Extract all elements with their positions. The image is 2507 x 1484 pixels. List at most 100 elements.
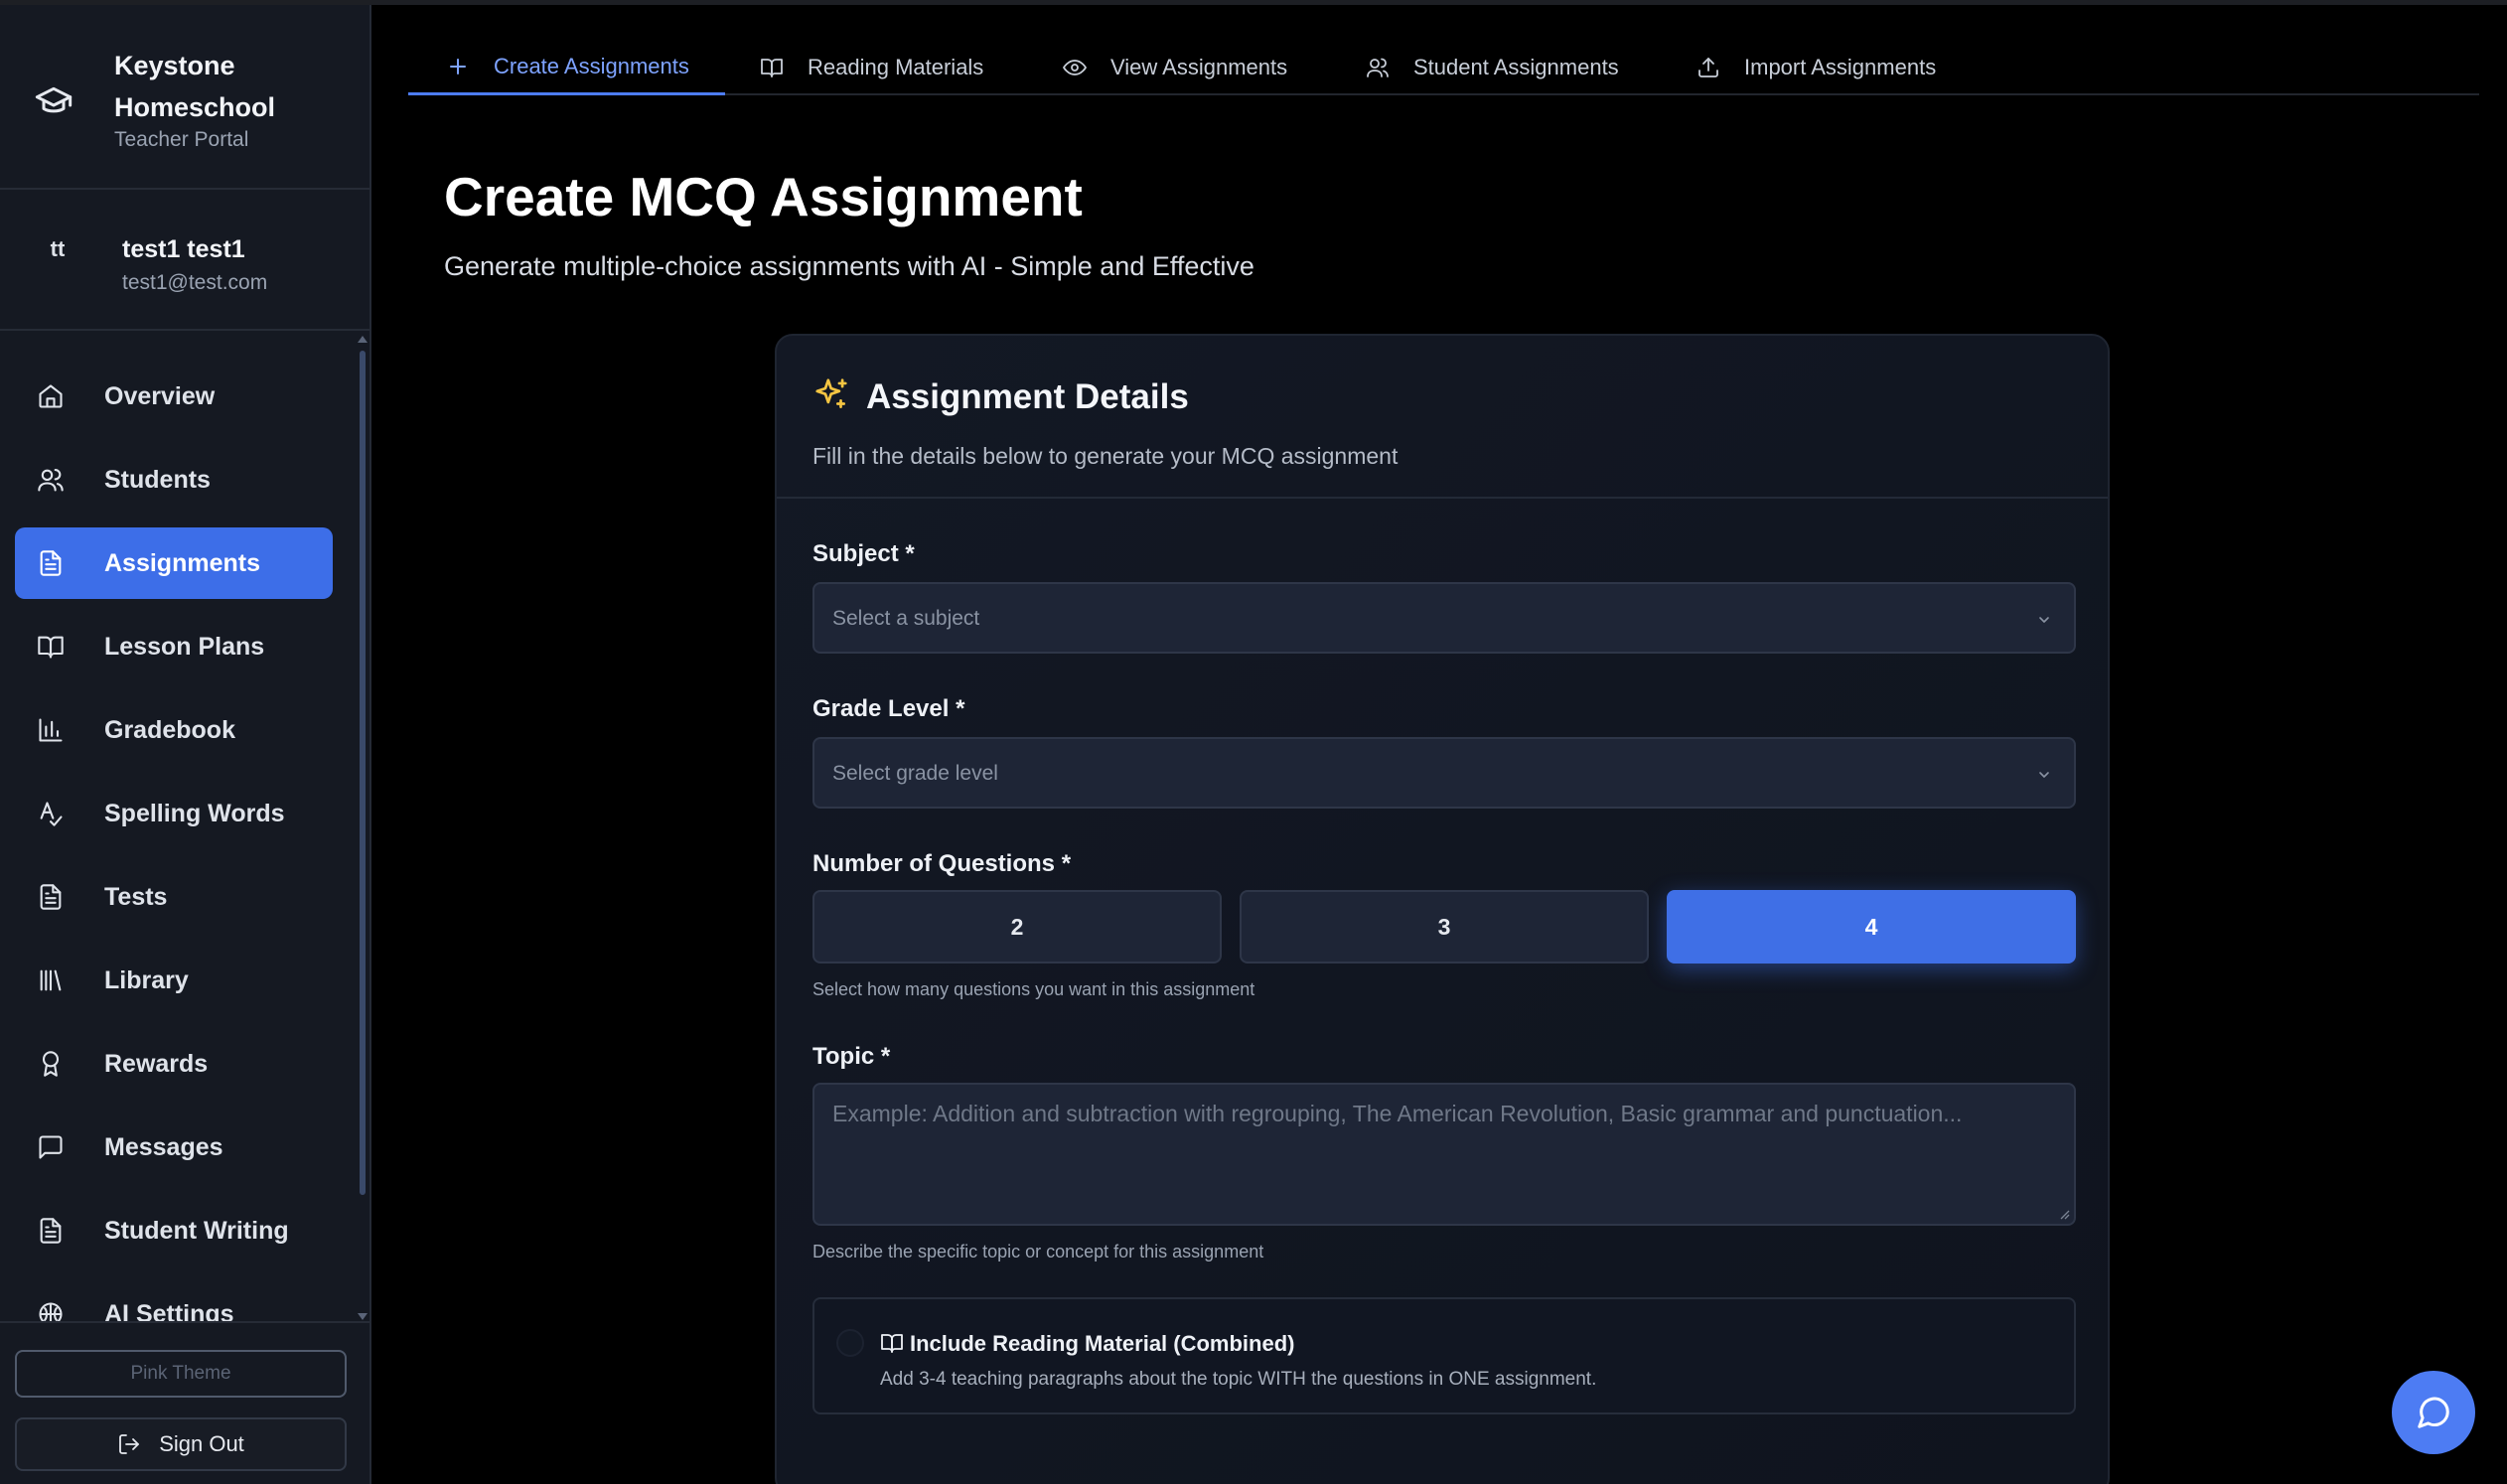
graduation-cap-icon	[35, 86, 73, 113]
sidebar-item-label: Overview	[104, 381, 216, 410]
resize-handle-icon[interactable]	[2058, 1208, 2070, 1220]
eye-icon	[1063, 60, 1087, 75]
tab-create-assignments[interactable]: Create Assignments	[408, 40, 725, 95]
sidebar-item-label: Messages	[104, 1132, 223, 1161]
tab-label: Student Assignments	[1413, 55, 1619, 79]
book-open-icon	[761, 59, 783, 77]
scrollbar-up-arrow[interactable]	[358, 336, 368, 343]
sidebar-item-rewards[interactable]: Rewards	[15, 1028, 333, 1100]
sidebar-item-label: Student Writing	[104, 1216, 289, 1245]
sidebar-item-spelling-words[interactable]: Spelling Words	[15, 778, 333, 849]
include-reading-checkbox[interactable]	[836, 1329, 864, 1357]
tab-label: View Assignments	[1110, 55, 1288, 79]
card-header: Assignment Details Fill in the details b…	[777, 336, 2108, 499]
brand-subtitle: Teacher Portal	[114, 128, 249, 151]
grade-level-select[interactable]: Select grade level	[812, 737, 2076, 809]
sidebar-item-gradebook[interactable]: Gradebook	[15, 694, 333, 766]
sidebar-item-label: Students	[104, 465, 211, 494]
page-subtitle: Generate multiple-choice assignments wit…	[444, 251, 1254, 281]
sidebar-item-label: AI Settings	[104, 1299, 234, 1322]
questions-hint: Select how many questions you want in th…	[812, 979, 1255, 999]
file-text-icon	[40, 884, 62, 910]
question-count-2-button[interactable]: 2	[812, 890, 1222, 964]
subject-label: Subject *	[812, 540, 915, 567]
spell-check-icon	[40, 802, 63, 826]
topic-hint: Describe the specific topic or concept f…	[812, 1242, 1264, 1261]
file-text-icon	[40, 550, 62, 576]
users-icon	[38, 469, 64, 492]
sidebar-item-students[interactable]: Students	[15, 444, 333, 516]
tab-student-assignments[interactable]: Student Assignments	[1366, 40, 1619, 95]
number-of-questions-label: Number of Questions *	[812, 850, 1072, 877]
chat-button[interactable]	[2392, 1371, 2475, 1454]
sidebar-item-label: Assignments	[104, 548, 260, 577]
library-icon	[40, 969, 62, 991]
avatar: tt	[50, 236, 66, 261]
reading-material-title: Include Reading Material (Combined)	[910, 1331, 1295, 1356]
book-open-icon	[881, 1334, 903, 1353]
sidebar-item-ai-settings[interactable]: AI Settings	[15, 1278, 333, 1321]
window-top-edge	[0, 0, 2507, 5]
sidebar-item-library[interactable]: Library	[15, 945, 333, 1016]
sign-out-label: Sign Out	[159, 1431, 244, 1456]
message-square-icon	[39, 1135, 63, 1159]
user-profile: tt test1 test1 test1@test.com	[0, 192, 369, 331]
tab-view-assignments[interactable]: View Assignments	[1063, 40, 1287, 95]
tab-import-assignments[interactable]: Import Assignments	[1696, 40, 1936, 95]
user-name: test1 test1	[122, 235, 245, 263]
file-text-icon	[40, 1218, 62, 1244]
grade-level-placeholder: Select grade level	[832, 762, 998, 785]
assignment-tabs: Create Assignments Reading Materials Vie…	[408, 40, 2479, 95]
sidebar-item-label: Library	[104, 965, 189, 994]
home-icon	[39, 384, 63, 408]
assignment-details-card: Assignment Details Fill in the details b…	[775, 334, 2110, 1484]
page-title: Create MCQ Assignment	[444, 166, 1083, 227]
question-count-4-button[interactable]: 4	[1667, 890, 2076, 964]
upload-icon	[1698, 58, 1718, 77]
topic-placeholder: Example: Addition and subtraction with r…	[832, 1101, 1963, 1126]
tab-label: Reading Materials	[808, 55, 984, 79]
sidebar-nav: Overview Students Assignments Lesson Pla…	[0, 333, 360, 1321]
sidebar-item-assignments[interactable]: Assignments	[15, 527, 333, 599]
user-email: test1@test.com	[122, 271, 268, 294]
card-title: Assignment Details	[866, 377, 1189, 416]
book-open-icon	[38, 636, 64, 659]
users-icon	[1367, 58, 1389, 77]
message-circle-icon	[2418, 1397, 2449, 1428]
sidebar-item-label: Rewards	[104, 1049, 209, 1078]
sidebar-item-overview[interactable]: Overview	[15, 361, 333, 432]
subject-placeholder: Select a subject	[832, 607, 980, 630]
sidebar-item-lesson-plans[interactable]: Lesson Plans	[15, 611, 333, 682]
sidebar-item-tests[interactable]: Tests	[15, 861, 333, 933]
chevron-down-icon	[2039, 772, 2049, 778]
tab-reading-materials[interactable]: Reading Materials	[760, 40, 983, 95]
sidebar-item-messages[interactable]: Messages	[15, 1112, 333, 1183]
sidebar-item-label: Tests	[104, 882, 168, 911]
plus-icon	[450, 58, 466, 74]
brand-header: Keystone Homeschool Teacher Portal	[0, 5, 369, 190]
card-description: Fill in the details below to generate yo…	[812, 443, 1399, 469]
include-reading-material-option[interactable]: Include Reading Material (Combined) Add …	[812, 1297, 2076, 1414]
sidebar-scrollbar[interactable]	[360, 351, 366, 1195]
topic-textarea[interactable]: Example: Addition and subtraction with r…	[812, 1083, 2076, 1226]
sidebar-item-label: Spelling Words	[104, 799, 285, 827]
grade-level-label: Grade Level *	[812, 695, 965, 722]
bar-chart-icon	[39, 718, 63, 742]
scrollbar-down-arrow[interactable]	[358, 1313, 368, 1320]
reading-material-description: Add 3-4 teaching paragraphs about the to…	[880, 1369, 1597, 1390]
subject-select[interactable]: Select a subject	[812, 582, 2076, 654]
sign-out-button[interactable]: Sign Out	[15, 1417, 347, 1471]
pink-theme-button[interactable]: Pink Theme	[15, 1350, 347, 1398]
tab-label: Create Assignments	[494, 53, 689, 78]
sparkles-icon	[815, 378, 847, 409]
brain-icon	[39, 1302, 63, 1321]
chevron-down-icon	[2039, 617, 2049, 623]
brand-name: Keystone Homeschool	[114, 51, 276, 122]
question-count-3-button[interactable]: 3	[1240, 890, 1649, 964]
sidebar-footer: Pink Theme Sign Out	[0, 1321, 369, 1484]
sidebar: Keystone Homeschool Teacher Portal tt te…	[0, 5, 371, 1484]
sidebar-item-label: Lesson Plans	[104, 632, 265, 661]
topic-label: Topic *	[812, 1043, 891, 1070]
award-icon	[42, 1051, 60, 1077]
sidebar-item-student-writing[interactable]: Student Writing	[15, 1195, 333, 1266]
